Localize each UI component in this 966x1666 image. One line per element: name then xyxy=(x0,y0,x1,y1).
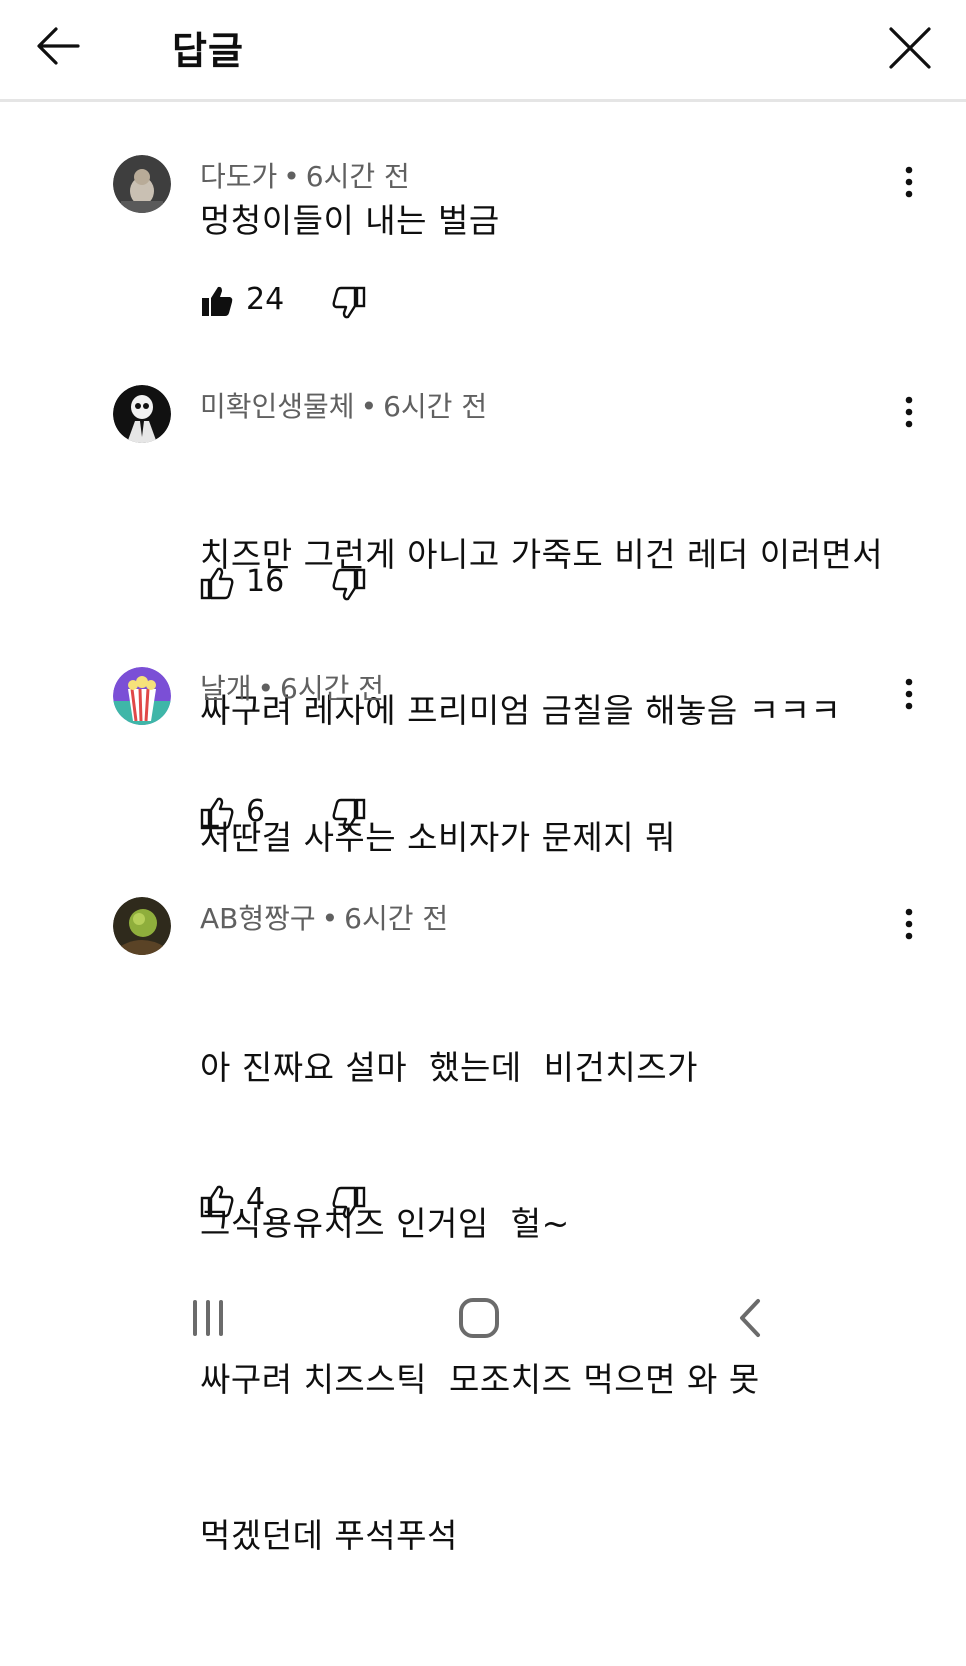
comment-line: 아 진짜요 설마 했는데 비건치즈가 xyxy=(200,1048,698,1087)
comment-time: 6시간 전 xyxy=(280,672,385,705)
comment-meta: 미확인생물체 • 6시간 전 xyxy=(200,385,487,425)
thumbs-up-filled-icon[interactable] xyxy=(200,284,234,318)
like-count: 24 xyxy=(246,282,285,317)
meta-separator: • xyxy=(257,672,275,705)
header: 답글 xyxy=(0,0,966,102)
meta-separator: • xyxy=(360,390,378,423)
thumbs-down-icon[interactable] xyxy=(332,798,366,832)
like-count: 16 xyxy=(246,564,285,599)
like-count: 6 xyxy=(246,794,266,829)
meta-separator: • xyxy=(283,160,300,193)
thumbs-down-icon[interactable] xyxy=(332,286,366,320)
nav-back-icon[interactable] xyxy=(728,1296,772,1340)
comment-text: 멍청이들이 내는 벌금 xyxy=(200,195,500,247)
thumbs-up-icon[interactable] xyxy=(200,796,234,830)
avatar[interactable] xyxy=(113,897,171,955)
avatar[interactable] xyxy=(113,385,171,443)
arrow-left-icon[interactable] xyxy=(34,22,82,70)
home-icon[interactable] xyxy=(455,1296,503,1340)
comment-time: 6시간 전 xyxy=(344,902,449,935)
thumbs-down-icon[interactable] xyxy=(332,1186,366,1220)
avatar[interactable] xyxy=(113,155,171,213)
comment-time: 6시간 전 xyxy=(305,160,410,193)
more-options-icon[interactable] xyxy=(894,674,924,714)
comment-meta: 날개 • 6시간 전 xyxy=(200,667,384,707)
page-title: 답글 xyxy=(172,29,244,73)
comment-actions: 24 xyxy=(200,282,400,324)
comment-line: 먹겠던데 푸석푸석 xyxy=(200,1516,458,1555)
comment-actions: 4 xyxy=(200,1182,400,1224)
more-options-icon[interactable] xyxy=(894,904,924,944)
comment-author[interactable]: 다도가 xyxy=(200,160,277,193)
thumbs-up-icon[interactable] xyxy=(200,1184,234,1218)
system-navbar xyxy=(0,1270,966,1375)
comment-meta: AB형짱구 • 6시간 전 xyxy=(200,897,448,937)
more-options-icon[interactable] xyxy=(894,392,924,432)
comment-actions: 16 xyxy=(200,564,400,606)
close-icon[interactable] xyxy=(884,22,936,74)
avatar[interactable] xyxy=(113,667,171,725)
thumbs-down-icon[interactable] xyxy=(332,568,366,602)
comment-time: 6시간 전 xyxy=(383,390,488,423)
thumbs-up-icon[interactable] xyxy=(200,566,234,600)
recent-apps-icon[interactable] xyxy=(180,1296,236,1340)
like-count: 4 xyxy=(246,1182,266,1217)
comment-line: 멍청이들이 내는 벌금 xyxy=(200,201,500,240)
comment-author[interactable]: AB형짱구 xyxy=(200,902,316,935)
comment-author[interactable]: 미확인생물체 xyxy=(200,390,355,423)
more-options-icon[interactable] xyxy=(894,162,924,202)
comment-actions: 6 xyxy=(200,794,400,836)
meta-separator: • xyxy=(321,902,339,935)
comment-author[interactable]: 날개 xyxy=(200,672,252,705)
comment-meta: 다도가 • 6시간 전 xyxy=(200,155,410,195)
